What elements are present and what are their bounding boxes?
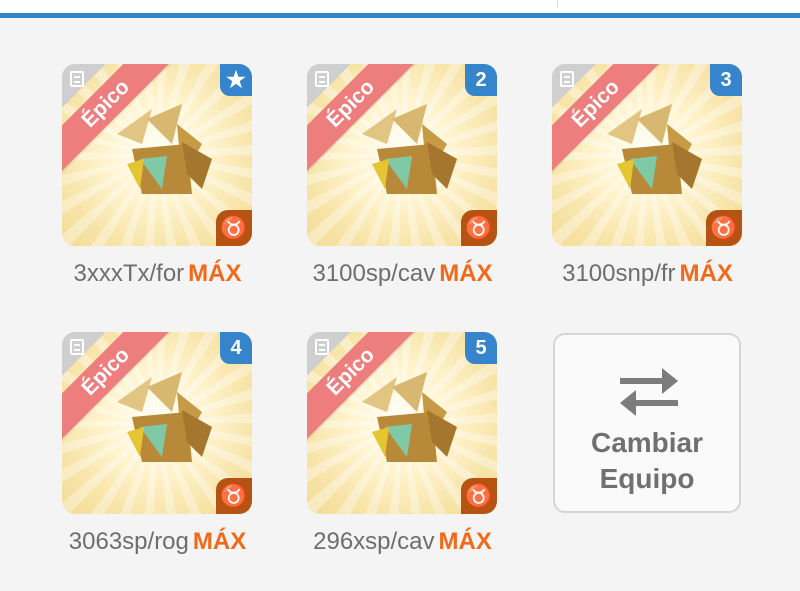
top-bar [0, 0, 800, 14]
card-caption: 3100snp/fr MÁX [542, 260, 753, 288]
dragon-tile: Épico ★ ♉ [62, 64, 252, 246]
dragon-name: 3100sp/cav [312, 260, 436, 287]
dragon-name: 296xsp/cav [313, 528, 435, 555]
dragon-tile: Épico 5 ♉ [307, 332, 497, 514]
dragon-tile: Épico 4 ♉ [62, 332, 252, 514]
taurus-element-icon: ♉ [216, 478, 252, 514]
level-max-label: MÁX [439, 260, 493, 287]
team-card-1[interactable]: Épico ★ ♉ 3xxxTx/for MÁX [62, 64, 253, 287]
note-icon [315, 71, 329, 87]
taurus-element-icon: ♉ [706, 210, 742, 246]
dragon-name: 3100snp/fr [562, 260, 676, 287]
slot-number-badge: 3 [710, 64, 742, 96]
taurus-element-icon: ♉ [461, 210, 497, 246]
top-accent-line [0, 13, 800, 18]
change-team-label: Cambiar Equipo [555, 425, 739, 497]
level-max-label: MÁX [438, 528, 492, 555]
team-card-4[interactable]: Épico 4 ♉ 3063sp/rog MÁX [62, 332, 253, 555]
card-caption: 296xsp/cav MÁX [297, 528, 508, 556]
note-icon [70, 339, 84, 355]
dragon-tile: Épico 3 ♉ [552, 64, 742, 246]
card-caption: 3063sp/rog MÁX [52, 528, 263, 556]
top-bar-divider [557, 0, 558, 8]
taurus-element-icon: ♉ [461, 478, 497, 514]
level-max-label: MÁX [188, 260, 242, 287]
change-team-label-line1: Cambiar [590, 427, 704, 458]
note-icon [560, 71, 574, 87]
dragon-name: 3xxxTx/for [73, 260, 185, 287]
slot-number-badge: 5 [465, 332, 497, 364]
card-caption: 3100sp/cav MÁX [297, 260, 508, 288]
card-caption: 3xxxTx/for MÁX [52, 260, 263, 288]
taurus-element-icon: ♉ [216, 210, 252, 246]
team-card-5[interactable]: Épico 5 ♉ 296xsp/cav MÁX [307, 332, 498, 555]
slot-number-badge: 4 [220, 332, 252, 364]
dragon-tile: Épico 2 ♉ [307, 64, 497, 246]
dragon-name: 3063sp/rog [68, 528, 189, 555]
change-team-button[interactable]: Cambiar Equipo [553, 333, 741, 513]
leader-star-badge: ★ [220, 64, 252, 96]
swap-arrows-icon [620, 368, 678, 416]
slot-number-badge: 2 [465, 64, 497, 96]
level-max-label: MÁX [192, 528, 247, 555]
change-team-label-line2: Equipo [599, 463, 695, 494]
team-card-2[interactable]: Épico 2 ♉ 3100sp/cav MÁX [307, 64, 498, 287]
note-icon [315, 339, 329, 355]
note-icon [70, 71, 84, 87]
level-max-label: MÁX [679, 260, 733, 287]
team-card-3[interactable]: Épico 3 ♉ 3100snp/fr MÁX [552, 64, 743, 287]
